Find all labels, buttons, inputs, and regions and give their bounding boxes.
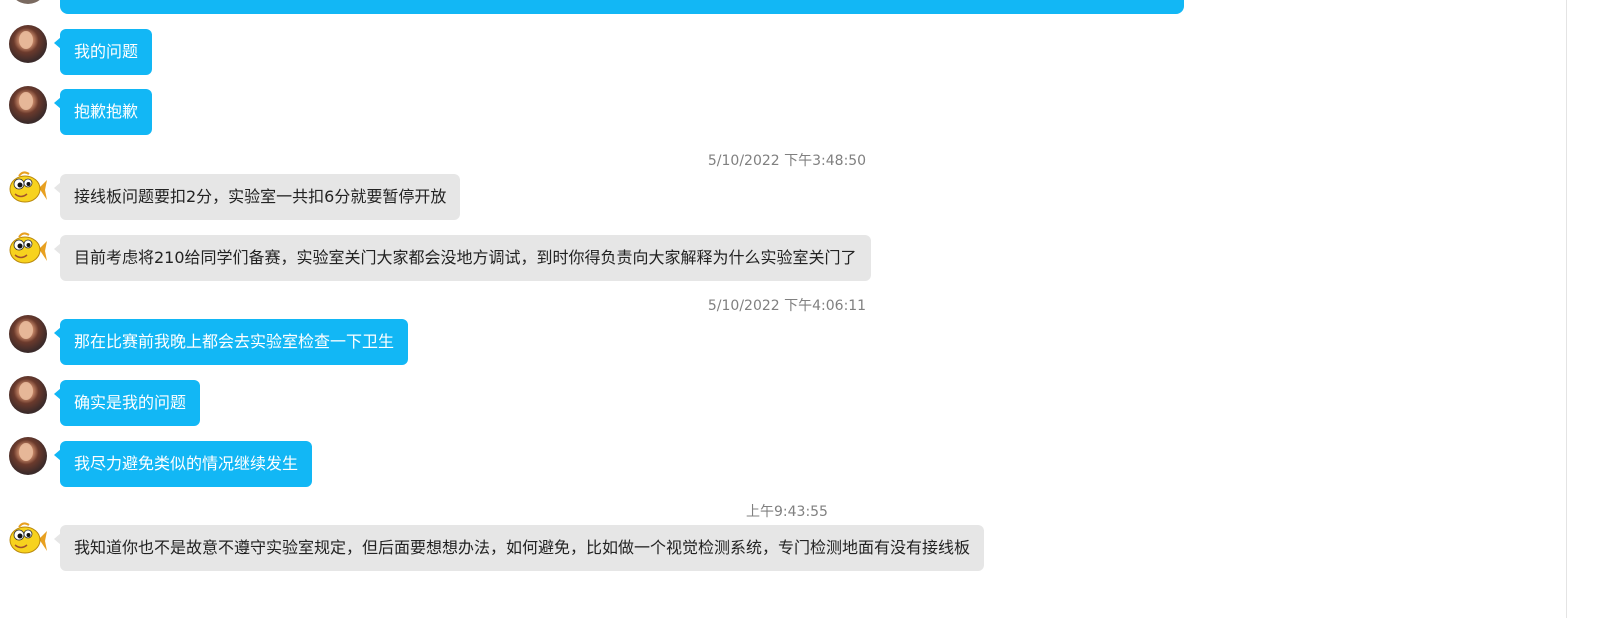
message-bubble-partial[interactable]	[60, 0, 1184, 14]
user-avatar[interactable]	[9, 25, 47, 63]
message-bubble-self[interactable]: 那在比赛前我晚上都会去实验室检查一下卫生	[53, 319, 409, 365]
user-avatar[interactable]	[9, 0, 47, 4]
message-bubble-other[interactable]: 接线板问题要扣2分，实验室一共扣6分就要暂停开放	[53, 174, 461, 220]
message-timestamp: 上午9:43:55	[746, 504, 828, 520]
message-timestamp: 5/10/2022 下午4:06:11	[707, 298, 867, 314]
message-bubble-self[interactable]: 抱歉抱歉	[53, 89, 153, 135]
fish-avatar-icon[interactable]	[9, 521, 47, 559]
scrollbar[interactable]	[1566, 0, 1600, 618]
user-avatar[interactable]	[9, 86, 47, 124]
message-bubble-self[interactable]: 我尽力避免类似的情况继续发生	[53, 441, 313, 487]
message-bubble-other[interactable]: 我知道你也不是故意不遵守实验室规定，但后面要想想办法，如何避免，比如做一个视觉检…	[53, 525, 985, 571]
user-avatar[interactable]	[9, 437, 47, 475]
user-avatar[interactable]	[9, 315, 47, 353]
message-bubble-self[interactable]: 我的问题	[53, 29, 153, 75]
user-avatar[interactable]	[9, 376, 47, 414]
fish-avatar-icon[interactable]	[9, 170, 47, 208]
chat-message-list: 我的问题 抱歉抱歉 5/10/2022 下午3:48:50 接线板问题要扣2分，…	[0, 0, 1600, 618]
fish-avatar-icon[interactable]	[9, 231, 47, 269]
message-bubble-other[interactable]: 目前考虑将210给同学们备赛，实验室关门大家都会没地方调试，到时你得负责向大家解…	[54, 235, 871, 281]
message-bubble-self[interactable]: 确实是我的问题	[53, 380, 201, 426]
message-timestamp: 5/10/2022 下午3:48:50	[707, 153, 867, 169]
